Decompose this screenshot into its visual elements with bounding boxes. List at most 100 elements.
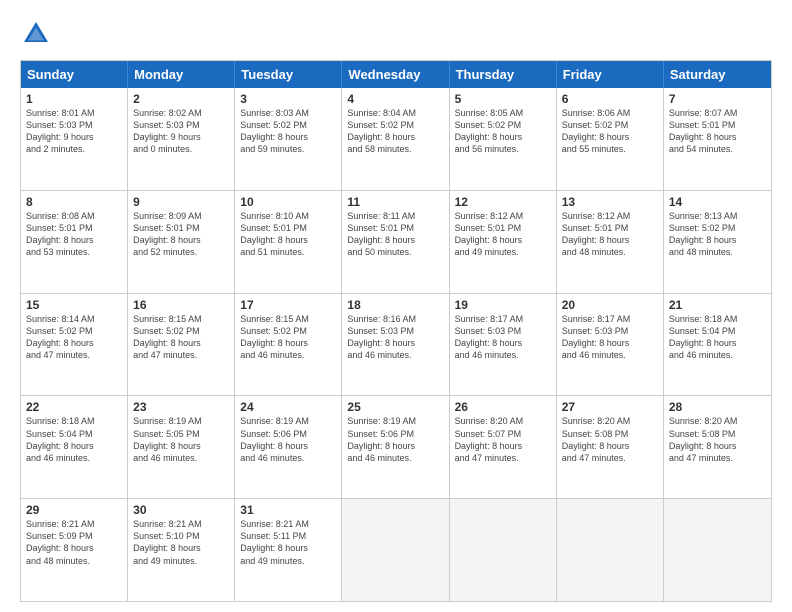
day-info: Sunrise: 8:20 AM Sunset: 5:08 PM Dayligh… [669, 415, 766, 464]
day-number: 18 [347, 298, 443, 312]
calendar-cell: 19Sunrise: 8:17 AM Sunset: 5:03 PM Dayli… [450, 294, 557, 396]
calendar-cell: 16Sunrise: 8:15 AM Sunset: 5:02 PM Dayli… [128, 294, 235, 396]
calendar-cell: 31Sunrise: 8:21 AM Sunset: 5:11 PM Dayli… [235, 499, 342, 601]
logo-icon [20, 18, 52, 50]
header-cell-thursday: Thursday [450, 61, 557, 88]
calendar-cell: 27Sunrise: 8:20 AM Sunset: 5:08 PM Dayli… [557, 396, 664, 498]
calendar-cell: 13Sunrise: 8:12 AM Sunset: 5:01 PM Dayli… [557, 191, 664, 293]
day-number: 13 [562, 195, 658, 209]
header-cell-tuesday: Tuesday [235, 61, 342, 88]
calendar-cell: 22Sunrise: 8:18 AM Sunset: 5:04 PM Dayli… [21, 396, 128, 498]
day-number: 29 [26, 503, 122, 517]
calendar-row-5: 29Sunrise: 8:21 AM Sunset: 5:09 PM Dayli… [21, 498, 771, 601]
day-number: 17 [240, 298, 336, 312]
day-number: 23 [133, 400, 229, 414]
calendar-row-1: 1Sunrise: 8:01 AM Sunset: 5:03 PM Daylig… [21, 88, 771, 190]
calendar-cell: 11Sunrise: 8:11 AM Sunset: 5:01 PM Dayli… [342, 191, 449, 293]
day-number: 16 [133, 298, 229, 312]
calendar-cell: 26Sunrise: 8:20 AM Sunset: 5:07 PM Dayli… [450, 396, 557, 498]
calendar-cell: 10Sunrise: 8:10 AM Sunset: 5:01 PM Dayli… [235, 191, 342, 293]
calendar-cell [664, 499, 771, 601]
day-number: 21 [669, 298, 766, 312]
day-number: 27 [562, 400, 658, 414]
calendar-cell: 30Sunrise: 8:21 AM Sunset: 5:10 PM Dayli… [128, 499, 235, 601]
day-number: 28 [669, 400, 766, 414]
day-number: 10 [240, 195, 336, 209]
day-info: Sunrise: 8:19 AM Sunset: 5:06 PM Dayligh… [347, 415, 443, 464]
day-number: 25 [347, 400, 443, 414]
day-info: Sunrise: 8:04 AM Sunset: 5:02 PM Dayligh… [347, 107, 443, 156]
day-info: Sunrise: 8:20 AM Sunset: 5:07 PM Dayligh… [455, 415, 551, 464]
calendar-row-3: 15Sunrise: 8:14 AM Sunset: 5:02 PM Dayli… [21, 293, 771, 396]
day-number: 22 [26, 400, 122, 414]
calendar-cell: 28Sunrise: 8:20 AM Sunset: 5:08 PM Dayli… [664, 396, 771, 498]
day-info: Sunrise: 8:19 AM Sunset: 5:05 PM Dayligh… [133, 415, 229, 464]
day-info: Sunrise: 8:21 AM Sunset: 5:09 PM Dayligh… [26, 518, 122, 567]
day-info: Sunrise: 8:11 AM Sunset: 5:01 PM Dayligh… [347, 210, 443, 259]
calendar-cell [342, 499, 449, 601]
day-info: Sunrise: 8:08 AM Sunset: 5:01 PM Dayligh… [26, 210, 122, 259]
day-number: 7 [669, 92, 766, 106]
calendar-row-2: 8Sunrise: 8:08 AM Sunset: 5:01 PM Daylig… [21, 190, 771, 293]
calendar-cell: 15Sunrise: 8:14 AM Sunset: 5:02 PM Dayli… [21, 294, 128, 396]
day-info: Sunrise: 8:10 AM Sunset: 5:01 PM Dayligh… [240, 210, 336, 259]
calendar-cell [557, 499, 664, 601]
logo [20, 18, 56, 50]
day-info: Sunrise: 8:15 AM Sunset: 5:02 PM Dayligh… [240, 313, 336, 362]
day-number: 6 [562, 92, 658, 106]
header-cell-wednesday: Wednesday [342, 61, 449, 88]
day-info: Sunrise: 8:18 AM Sunset: 5:04 PM Dayligh… [669, 313, 766, 362]
day-number: 9 [133, 195, 229, 209]
calendar-cell: 3Sunrise: 8:03 AM Sunset: 5:02 PM Daylig… [235, 88, 342, 190]
calendar-cell: 5Sunrise: 8:05 AM Sunset: 5:02 PM Daylig… [450, 88, 557, 190]
calendar-cell: 1Sunrise: 8:01 AM Sunset: 5:03 PM Daylig… [21, 88, 128, 190]
calendar-cell: 14Sunrise: 8:13 AM Sunset: 5:02 PM Dayli… [664, 191, 771, 293]
calendar-cell: 25Sunrise: 8:19 AM Sunset: 5:06 PM Dayli… [342, 396, 449, 498]
header-cell-saturday: Saturday [664, 61, 771, 88]
day-info: Sunrise: 8:02 AM Sunset: 5:03 PM Dayligh… [133, 107, 229, 156]
day-info: Sunrise: 8:09 AM Sunset: 5:01 PM Dayligh… [133, 210, 229, 259]
day-info: Sunrise: 8:17 AM Sunset: 5:03 PM Dayligh… [562, 313, 658, 362]
calendar-row-4: 22Sunrise: 8:18 AM Sunset: 5:04 PM Dayli… [21, 395, 771, 498]
day-info: Sunrise: 8:21 AM Sunset: 5:11 PM Dayligh… [240, 518, 336, 567]
day-number: 30 [133, 503, 229, 517]
calendar-cell: 20Sunrise: 8:17 AM Sunset: 5:03 PM Dayli… [557, 294, 664, 396]
day-info: Sunrise: 8:01 AM Sunset: 5:03 PM Dayligh… [26, 107, 122, 156]
calendar-cell: 9Sunrise: 8:09 AM Sunset: 5:01 PM Daylig… [128, 191, 235, 293]
calendar-cell: 8Sunrise: 8:08 AM Sunset: 5:01 PM Daylig… [21, 191, 128, 293]
day-number: 8 [26, 195, 122, 209]
header [20, 18, 772, 50]
calendar-cell: 7Sunrise: 8:07 AM Sunset: 5:01 PM Daylig… [664, 88, 771, 190]
day-number: 1 [26, 92, 122, 106]
day-info: Sunrise: 8:19 AM Sunset: 5:06 PM Dayligh… [240, 415, 336, 464]
day-number: 19 [455, 298, 551, 312]
day-info: Sunrise: 8:21 AM Sunset: 5:10 PM Dayligh… [133, 518, 229, 567]
day-info: Sunrise: 8:06 AM Sunset: 5:02 PM Dayligh… [562, 107, 658, 156]
calendar-cell: 21Sunrise: 8:18 AM Sunset: 5:04 PM Dayli… [664, 294, 771, 396]
day-number: 15 [26, 298, 122, 312]
header-cell-sunday: Sunday [21, 61, 128, 88]
calendar: SundayMondayTuesdayWednesdayThursdayFrid… [20, 60, 772, 602]
day-number: 12 [455, 195, 551, 209]
day-info: Sunrise: 8:15 AM Sunset: 5:02 PM Dayligh… [133, 313, 229, 362]
calendar-cell: 29Sunrise: 8:21 AM Sunset: 5:09 PM Dayli… [21, 499, 128, 601]
day-number: 3 [240, 92, 336, 106]
day-number: 14 [669, 195, 766, 209]
calendar-body: 1Sunrise: 8:01 AM Sunset: 5:03 PM Daylig… [21, 88, 771, 601]
day-info: Sunrise: 8:03 AM Sunset: 5:02 PM Dayligh… [240, 107, 336, 156]
calendar-cell: 24Sunrise: 8:19 AM Sunset: 5:06 PM Dayli… [235, 396, 342, 498]
day-number: 2 [133, 92, 229, 106]
calendar-cell: 2Sunrise: 8:02 AM Sunset: 5:03 PM Daylig… [128, 88, 235, 190]
calendar-cell: 23Sunrise: 8:19 AM Sunset: 5:05 PM Dayli… [128, 396, 235, 498]
header-cell-monday: Monday [128, 61, 235, 88]
calendar-cell: 4Sunrise: 8:04 AM Sunset: 5:02 PM Daylig… [342, 88, 449, 190]
day-number: 5 [455, 92, 551, 106]
day-number: 26 [455, 400, 551, 414]
day-info: Sunrise: 8:16 AM Sunset: 5:03 PM Dayligh… [347, 313, 443, 362]
day-info: Sunrise: 8:07 AM Sunset: 5:01 PM Dayligh… [669, 107, 766, 156]
calendar-cell: 12Sunrise: 8:12 AM Sunset: 5:01 PM Dayli… [450, 191, 557, 293]
day-info: Sunrise: 8:18 AM Sunset: 5:04 PM Dayligh… [26, 415, 122, 464]
calendar-cell: 6Sunrise: 8:06 AM Sunset: 5:02 PM Daylig… [557, 88, 664, 190]
calendar-cell: 18Sunrise: 8:16 AM Sunset: 5:03 PM Dayli… [342, 294, 449, 396]
day-info: Sunrise: 8:05 AM Sunset: 5:02 PM Dayligh… [455, 107, 551, 156]
